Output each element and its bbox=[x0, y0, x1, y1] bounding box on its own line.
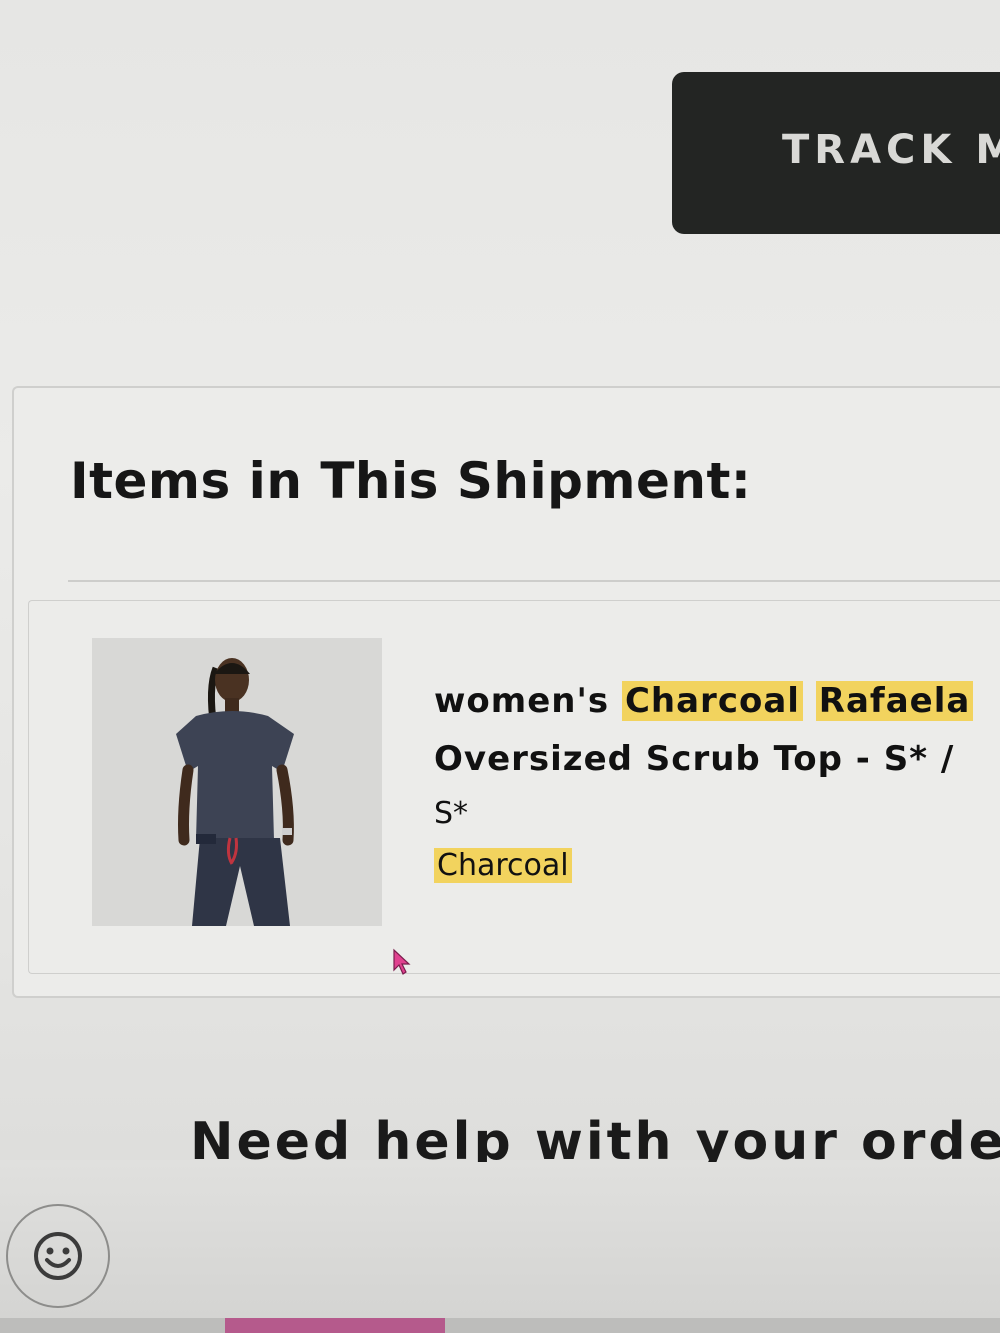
section-title: Items in This Shipment: bbox=[70, 452, 752, 510]
track-button-label: TRACK M bbox=[782, 127, 1000, 173]
item-name-highlight-charcoal: Charcoal bbox=[621, 681, 803, 721]
item-details: women's Charcoal Rafaela Oversized Scrub… bbox=[434, 672, 1000, 892]
item-size: S* bbox=[434, 796, 469, 831]
smiley-icon bbox=[34, 1232, 82, 1280]
footer-band bbox=[0, 1160, 1000, 1333]
divider bbox=[68, 580, 1000, 582]
item-color: Charcoal bbox=[434, 848, 572, 883]
page: TRACK M Items in This Shipment: women's … bbox=[0, 0, 1000, 1333]
item-name-line-2[interactable]: Oversized Scrub Top - S* / bbox=[434, 730, 1000, 788]
product-image[interactable] bbox=[92, 638, 382, 926]
taskbar-strip bbox=[0, 1318, 1000, 1333]
help-heading: Need help with your order? bbox=[190, 1112, 1000, 1162]
item-name-line-1[interactable]: women's Charcoal Rafaela bbox=[434, 672, 1000, 730]
emoji-button[interactable] bbox=[6, 1204, 110, 1308]
taskbar-pink-item bbox=[225, 1318, 445, 1333]
item-color-line: Charcoal bbox=[434, 840, 1000, 892]
track-my-order-button[interactable]: TRACK M bbox=[672, 72, 1000, 234]
mouse-pointer-icon bbox=[392, 948, 414, 981]
item-name-highlight-rafaela: Rafaela bbox=[815, 681, 974, 721]
item-name-prefix: women's bbox=[434, 681, 610, 721]
